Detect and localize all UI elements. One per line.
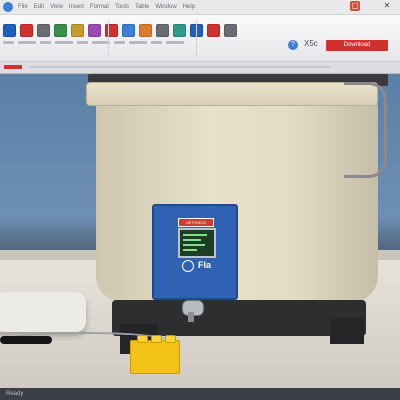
menu-view[interactable]: View [50,0,63,14]
menu-bar: File Edit View Insert Format Tools Table… [18,0,195,14]
control-panel: SETTINGS Fla [152,204,238,300]
ribbon-label [3,41,14,44]
toy-brick [130,335,180,374]
link-icon[interactable] [156,24,169,37]
ribbon-label [151,41,162,44]
comment-icon[interactable] [224,24,237,37]
display-line [183,244,205,246]
save-icon[interactable] [3,24,16,37]
title-bar: File Edit View Insert Format Tools Table… [0,0,400,15]
menu-edit[interactable]: Edit [34,0,44,14]
status-text: Ready [6,391,24,397]
minimize-button[interactable]: ▢ [350,1,360,11]
ribbon-divider [196,21,197,55]
ruler-strip [0,62,400,74]
close-button[interactable]: ✕ [382,1,392,11]
ribbon-label [77,41,88,44]
menu-help[interactable]: Help [183,0,195,14]
status-bar: Ready [0,388,400,400]
status-badge [4,65,22,69]
brick-stud [165,335,176,343]
power-icon [182,260,194,272]
ribbon-label-group [3,41,184,44]
image-viewport[interactable]: SETTINGS Fla [0,74,400,388]
download-button[interactable]: Download [326,40,388,51]
panel-display [178,228,216,258]
cut-icon[interactable] [37,24,50,37]
image-icon[interactable] [122,24,135,37]
menu-file[interactable]: File [18,0,28,14]
ribbon-label [114,41,125,44]
drain-faucet [176,298,206,322]
brick-stud [137,335,148,343]
cooler-handle [344,82,387,178]
panel-text: Fla [198,260,212,270]
menu-tools[interactable]: Tools [115,0,129,14]
menu-window[interactable]: Window [155,0,176,14]
sponge [0,292,86,332]
ribbon-label [55,41,73,44]
display-line [183,249,197,251]
copy-icon[interactable] [54,24,67,37]
cable-plug [0,336,52,344]
ribbon-label [40,41,51,44]
ribbon-label [166,41,184,44]
menu-insert[interactable]: Insert [69,0,84,14]
help-button[interactable]: ? [288,40,298,50]
panel-label: SETTINGS [178,218,214,227]
zoom-indicator[interactable]: X5c [304,39,318,48]
menu-format[interactable]: Format [90,0,109,14]
ribbon-label [129,41,147,44]
table-icon[interactable] [105,24,118,37]
chart-icon[interactable] [139,24,152,37]
ruler-line [30,66,330,68]
ribbon-toolbar: ? X5c Download [0,15,400,62]
youtube-icon[interactable] [20,24,33,37]
brick-stud [151,335,162,343]
display-line [183,234,207,236]
format-icon[interactable] [88,24,101,37]
cooler-rim [86,82,378,106]
display-line [183,239,201,241]
ribbon-divider [108,21,109,55]
shape-icon[interactable] [173,24,186,37]
ribbon-label [18,41,36,44]
menu-table[interactable]: Table [135,0,149,14]
cooler-foot-right [330,318,364,344]
faucet-spout [188,312,194,322]
ribbon-tool-group [3,24,237,37]
paste-icon[interactable] [71,24,84,37]
app-logo-icon [3,2,13,12]
bookmark-icon[interactable] [207,24,220,37]
